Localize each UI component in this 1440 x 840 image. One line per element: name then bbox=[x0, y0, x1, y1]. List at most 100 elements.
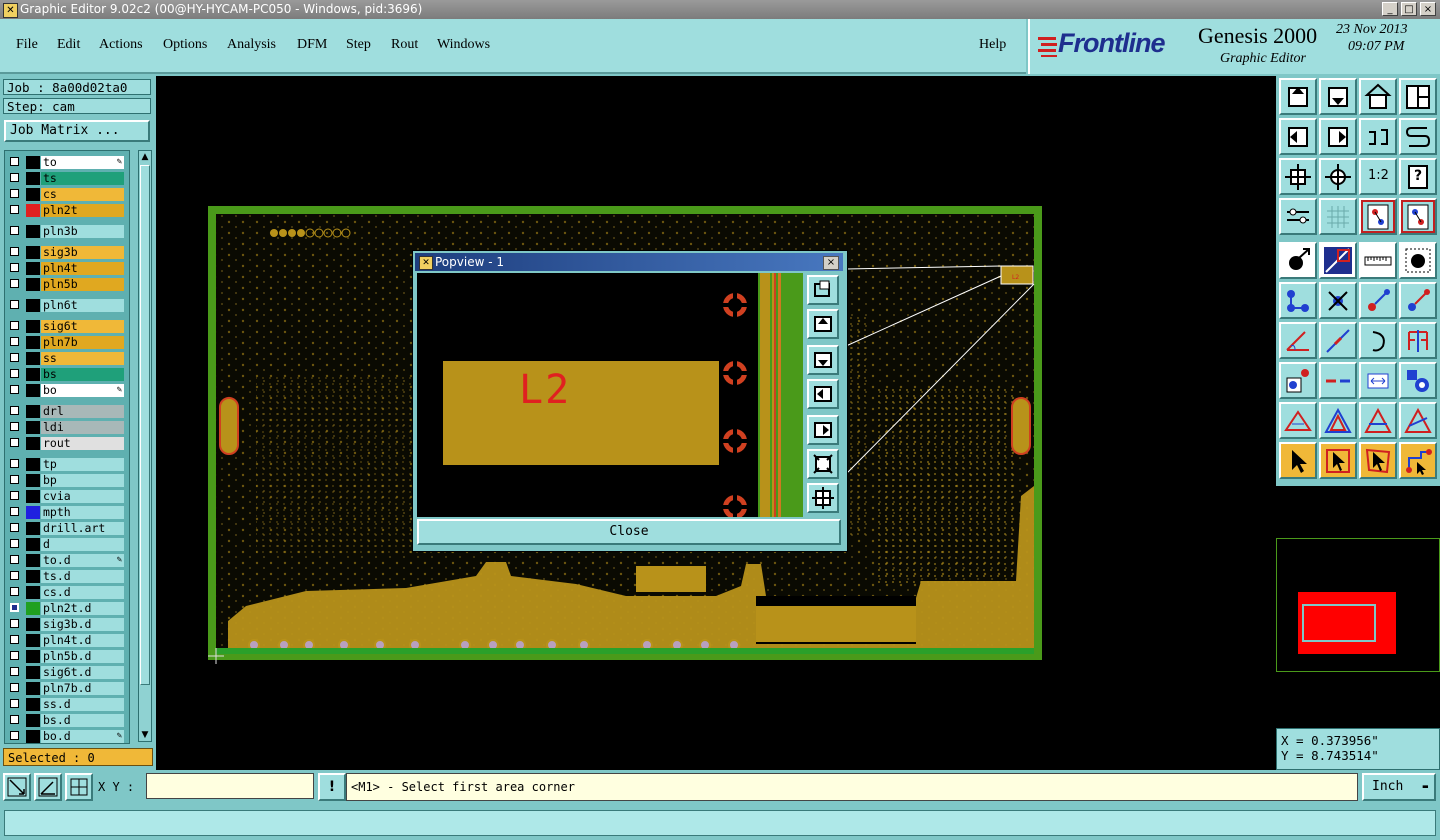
menu-file[interactable]: File bbox=[16, 37, 38, 53]
tool-grid-button[interactable] bbox=[1319, 198, 1357, 235]
layer-row-ldi[interactable]: ldi bbox=[5, 420, 129, 435]
layer-color-swatch[interactable] bbox=[26, 336, 40, 349]
menu-step[interactable]: Step bbox=[346, 37, 371, 53]
layer-row-pln6t[interactable]: pln6t bbox=[5, 298, 129, 313]
layer-name[interactable]: pln4t bbox=[41, 262, 124, 275]
tool-split-view-button[interactable] bbox=[1399, 78, 1437, 115]
layer-name[interactable]: bp bbox=[41, 474, 124, 487]
minimize-button[interactable]: _ bbox=[1382, 2, 1398, 16]
layer-checkbox[interactable] bbox=[10, 635, 19, 644]
popview-zoom-home-button[interactable] bbox=[807, 275, 839, 305]
layer-color-swatch[interactable] bbox=[26, 437, 40, 450]
layer-color-swatch[interactable] bbox=[26, 405, 40, 418]
layer-name[interactable]: tp bbox=[41, 458, 124, 471]
tool-select-area-button[interactable] bbox=[1319, 442, 1357, 479]
tool-copy-button[interactable] bbox=[1399, 282, 1437, 319]
layer-color-swatch[interactable] bbox=[26, 570, 40, 583]
layer-row-cs[interactable]: cs bbox=[5, 187, 129, 202]
layer-checkbox[interactable] bbox=[10, 523, 19, 532]
layer-checkbox[interactable] bbox=[10, 300, 19, 309]
layer-color-swatch[interactable] bbox=[26, 506, 40, 519]
tool-triangle-edit-button[interactable] bbox=[1319, 402, 1357, 439]
layer-row-pln5b-d[interactable]: pln5b.d bbox=[5, 649, 129, 664]
menu-rout[interactable]: Rout bbox=[391, 37, 418, 53]
popview-zoom-canvas[interactable] bbox=[417, 273, 803, 517]
layer-list-scrollbar[interactable]: ▲ ▼ bbox=[138, 150, 152, 742]
layer-name[interactable]: d bbox=[41, 538, 124, 551]
menu-options[interactable]: Options bbox=[163, 37, 207, 53]
layer-row-pln4t[interactable]: pln4t bbox=[5, 261, 129, 276]
layer-row-ss[interactable]: ss bbox=[5, 351, 129, 366]
layer-name[interactable]: mpth bbox=[41, 506, 124, 519]
layer-color-swatch[interactable] bbox=[26, 474, 40, 487]
layer-color-swatch[interactable] bbox=[26, 278, 40, 291]
layer-name[interactable]: pln7b.d bbox=[41, 682, 124, 695]
layer-color-swatch[interactable] bbox=[26, 458, 40, 471]
tool-zoom-home-button[interactable] bbox=[1279, 78, 1317, 115]
tool-cut-line-button[interactable] bbox=[1319, 362, 1357, 399]
layer-row-pln4t-d[interactable]: pln4t.d bbox=[5, 633, 129, 648]
layer-color-swatch[interactable] bbox=[26, 538, 40, 551]
layer-checkbox[interactable] bbox=[10, 279, 19, 288]
layer-name[interactable]: cs bbox=[41, 188, 124, 201]
layer-checkbox[interactable] bbox=[10, 731, 19, 740]
layer-name[interactable]: ss.d bbox=[41, 698, 124, 711]
menu-help[interactable]: Help bbox=[979, 37, 1006, 53]
angle-snap-button[interactable] bbox=[34, 773, 62, 801]
layer-name[interactable]: drill.art bbox=[41, 522, 124, 535]
layer-name[interactable]: pln5b bbox=[41, 278, 124, 291]
layer-row-cvia[interactable]: cvia bbox=[5, 489, 129, 504]
menu-analysis[interactable]: Analysis bbox=[227, 37, 276, 53]
layer-name[interactable]: pln7b bbox=[41, 336, 124, 349]
layer-checkbox[interactable] bbox=[10, 353, 19, 362]
layer-name[interactable]: sig3b bbox=[41, 246, 124, 259]
tool-pad-swap-button[interactable] bbox=[1279, 362, 1317, 399]
layer-name[interactable]: bo ✎ bbox=[41, 384, 124, 397]
layer-checkbox[interactable] bbox=[10, 603, 19, 612]
layer-row-sig6t[interactable]: sig6t bbox=[5, 319, 129, 334]
layer-name[interactable]: drl bbox=[41, 405, 124, 418]
layer-color-swatch[interactable] bbox=[26, 634, 40, 647]
layer-checkbox[interactable] bbox=[10, 475, 19, 484]
layer-color-swatch[interactable] bbox=[26, 618, 40, 631]
layer-color-swatch[interactable] bbox=[26, 714, 40, 727]
layer-checkbox[interactable] bbox=[10, 715, 19, 724]
layer-row-pln2t-d[interactable]: pln2t.d bbox=[5, 601, 129, 616]
layer-name[interactable]: sig3b.d bbox=[41, 618, 124, 631]
layer-color-swatch[interactable] bbox=[26, 682, 40, 695]
layer-row-pln3b[interactable]: pln3b bbox=[5, 224, 129, 239]
layer-row-to[interactable]: to ✎ bbox=[5, 155, 129, 170]
tool-net-display-button[interactable] bbox=[1399, 198, 1437, 235]
menu-actions[interactable]: Actions bbox=[99, 37, 143, 53]
layer-color-swatch[interactable] bbox=[26, 246, 40, 259]
layer-color-swatch[interactable] bbox=[26, 225, 40, 238]
layer-name[interactable]: bo.d ✎ bbox=[41, 730, 124, 743]
info-button[interactable]: ! bbox=[318, 773, 346, 801]
tool-help-button[interactable]: ? bbox=[1399, 158, 1437, 195]
layer-checkbox[interactable] bbox=[10, 438, 19, 447]
tool-resize-button[interactable] bbox=[1359, 362, 1397, 399]
layer-color-swatch[interactable] bbox=[26, 262, 40, 275]
layer-checkbox[interactable] bbox=[10, 385, 19, 394]
layer-color-swatch[interactable] bbox=[26, 156, 40, 169]
tool-select-button[interactable] bbox=[1279, 442, 1317, 479]
layer-color-swatch[interactable] bbox=[26, 554, 40, 567]
layer-row-pln2t[interactable]: pln2t bbox=[5, 203, 129, 218]
layer-checkbox[interactable] bbox=[10, 507, 19, 516]
tool-center-button[interactable] bbox=[1319, 158, 1357, 195]
layer-checkbox[interactable] bbox=[10, 619, 19, 628]
layer-checkbox[interactable] bbox=[10, 422, 19, 431]
menu-edit[interactable]: Edit bbox=[57, 37, 80, 53]
layer-name[interactable]: bs bbox=[41, 368, 124, 381]
layer-name[interactable]: ldi bbox=[41, 421, 124, 434]
layer-checkbox[interactable] bbox=[10, 189, 19, 198]
layer-row-to-d[interactable]: to.d ✎ bbox=[5, 553, 129, 568]
layer-color-swatch[interactable] bbox=[26, 730, 40, 743]
popview-close-button[interactable]: Close bbox=[417, 519, 841, 545]
layer-checkbox[interactable] bbox=[10, 337, 19, 346]
popview-pan-right-button[interactable] bbox=[807, 415, 839, 445]
tool-zoom-fit-button[interactable] bbox=[1279, 158, 1317, 195]
tool-delete-button[interactable] bbox=[1319, 282, 1357, 319]
layer-name[interactable]: pln3b bbox=[41, 225, 124, 238]
layer-color-swatch[interactable] bbox=[26, 299, 40, 312]
